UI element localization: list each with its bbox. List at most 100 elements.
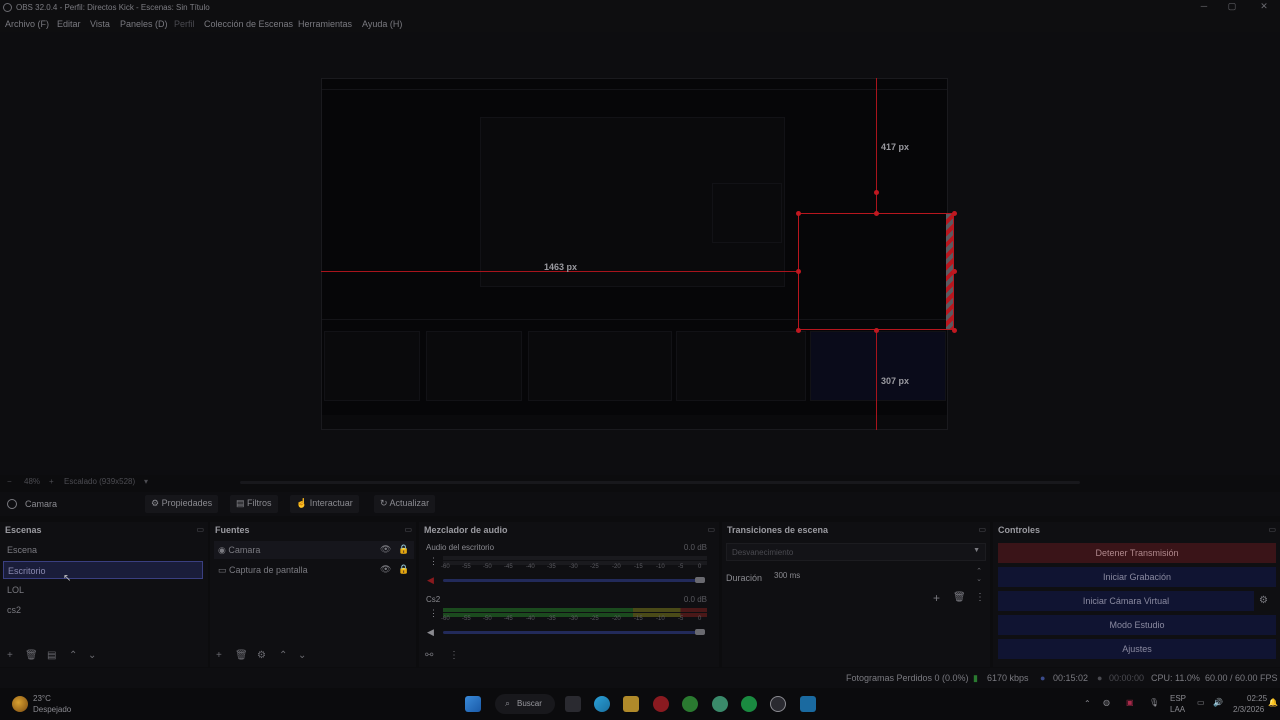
more-options-icon[interactable]: ⋮ <box>429 608 438 619</box>
obs-logo-icon <box>3 3 12 12</box>
speaker-muted-icon[interactable]: ◀ <box>427 575 434 586</box>
source-item[interactable]: ◉ Camara 👁 🔒 <box>214 541 414 559</box>
gear-icon[interactable]: ⚙ <box>257 650 266 661</box>
chevron-down-icon[interactable]: ⌄ <box>88 650 96 661</box>
transition-select[interactable]: Desvanecimiento ▼ <box>726 543 986 561</box>
more-options-icon[interactable]: ⋮ <box>975 592 985 603</box>
edge-icon[interactable] <box>594 696 610 712</box>
more-options-icon[interactable]: ⋮ <box>449 650 459 661</box>
menu-tools[interactable]: Herramientas <box>298 19 352 29</box>
lang-label[interactable]: ESP <box>1170 694 1186 703</box>
task-view-icon[interactable] <box>565 696 581 712</box>
chevron-down-icon[interactable]: ⌄ <box>298 650 306 661</box>
clock-time[interactable]: 02:25 <box>1247 694 1267 703</box>
resize-handle-tr[interactable] <box>952 211 957 216</box>
obs-taskbar-icon[interactable] <box>770 696 786 712</box>
volume-slider[interactable] <box>443 631 699 634</box>
resize-handle-bl[interactable] <box>796 328 801 333</box>
link-icon[interactable]: ⚯ <box>425 650 433 661</box>
spinner-down-icon[interactable]: ⌄ <box>976 575 982 583</box>
filter-icon[interactable]: ▤ <box>47 650 56 661</box>
properties-button[interactable]: ⚙ Propiedades <box>145 495 219 513</box>
gear-icon[interactable]: ⚙ <box>1259 595 1268 606</box>
menu-view[interactable]: Vista <box>90 19 110 29</box>
network-icon[interactable]: ▭ <box>1197 698 1205 707</box>
eye-icon[interactable]: 👁 <box>380 544 391 555</box>
dock-options-icon[interactable]: ▭ <box>707 525 715 534</box>
menu-file[interactable]: Archivo (F) <box>5 19 49 29</box>
eye-icon[interactable]: 👁 <box>380 564 391 575</box>
minimize-icon[interactable]: ─ <box>1194 1 1214 13</box>
start-recording-button[interactable]: Iniciar Grabación <box>998 567 1276 587</box>
chevron-up-icon[interactable]: ⌃ <box>279 650 287 661</box>
notification-icon[interactable]: 🔔 <box>1268 698 1278 707</box>
youtube-icon[interactable] <box>653 696 669 712</box>
close-icon[interactable]: ✕ <box>1254 1 1274 13</box>
dock-options-icon[interactable]: ▭ <box>1268 525 1276 534</box>
spotify-icon[interactable] <box>741 696 757 712</box>
file-explorer-icon[interactable] <box>623 696 639 712</box>
trash-icon[interactable]: 🗑 <box>235 650 248 661</box>
filters-button[interactable]: ▤ Filtros <box>230 495 278 513</box>
zoom-in-icon[interactable]: + <box>49 477 54 486</box>
dock-options-icon[interactable]: ▭ <box>978 525 986 534</box>
duration-input[interactable]: 300 ms ⌃ ⌄ <box>770 567 986 585</box>
maximize-icon[interactable]: ▢ <box>1222 1 1242 13</box>
chevron-down-icon[interactable]: ▾ <box>144 477 148 486</box>
taskbar-search[interactable]: ⌕ Buscar <box>495 694 555 714</box>
volume-knob[interactable] <box>695 629 705 635</box>
scene-item[interactable]: LOL <box>3 581 203 599</box>
lock-icon[interactable]: 🔒 <box>398 564 409 575</box>
resize-handle-tl[interactable] <box>796 211 801 216</box>
steam-tray-icon[interactable]: ◍ <box>1103 698 1110 707</box>
menu-profile[interactable]: Perfil <box>174 19 195 29</box>
lock-icon[interactable]: 🔒 <box>398 544 409 555</box>
xbox-icon[interactable] <box>682 696 698 712</box>
resize-handle-r[interactable] <box>952 269 957 274</box>
app-tray-icon[interactable]: ▣ <box>1126 698 1134 707</box>
menu-edit[interactable]: Editar <box>57 19 81 29</box>
mic-icon[interactable]: 🎙 <box>1149 698 1159 707</box>
volume-icon[interactable]: 🔊 <box>1213 698 1223 707</box>
menu-scene-collection[interactable]: Colección de Escenas <box>204 19 293 29</box>
settings-button[interactable]: Ajustes <box>998 639 1276 659</box>
windows-start-icon[interactable] <box>465 696 481 712</box>
more-options-icon[interactable]: ⋮ <box>429 556 438 567</box>
add-icon[interactable]: + <box>216 650 222 661</box>
stop-stream-button[interactable]: Detener Transmisión <box>998 543 1276 563</box>
add-icon[interactable]: + <box>933 591 940 605</box>
speaker-icon[interactable]: ◀ <box>427 627 434 638</box>
resize-handle-l[interactable] <box>796 269 801 274</box>
scene-item[interactable]: cs2 <box>3 601 203 619</box>
preview-scrollbar[interactable] <box>240 481 1080 484</box>
spinner-up-icon[interactable]: ⌃ <box>976 567 982 575</box>
source-item[interactable]: ▭ Captura de pantalla 👁 🔒 <box>214 561 414 579</box>
scale-mode[interactable]: Escalado (939x528) <box>64 477 135 486</box>
scene-item-selected[interactable]: Escritorio <box>3 561 203 579</box>
volume-knob[interactable] <box>695 577 705 583</box>
tray-chevron-icon[interactable]: ⌃ <box>1084 699 1091 708</box>
trash-icon[interactable]: 🗑 <box>953 592 966 603</box>
dock-options-icon[interactable]: ▭ <box>196 525 204 534</box>
add-icon[interactable]: + <box>7 650 13 661</box>
zoom-out-icon[interactable]: − <box>7 477 12 486</box>
menu-help[interactable]: Ayuda (H) <box>362 19 402 29</box>
menu-docks[interactable]: Paneles (D) <box>120 19 168 29</box>
studio-mode-button[interactable]: Modo Estudio <box>998 615 1276 635</box>
resize-handle-br[interactable] <box>952 328 957 333</box>
resize-handle-b[interactable] <box>874 328 879 333</box>
virtual-camera-button[interactable]: Iniciar Cámara Virtual <box>998 591 1254 611</box>
chrome-icon[interactable] <box>712 696 728 712</box>
trash-icon[interactable]: 🗑 <box>25 650 38 661</box>
chevron-up-icon[interactable]: ⌃ <box>69 650 77 661</box>
camera-source-bounds[interactable] <box>798 213 954 330</box>
resize-handle-t[interactable] <box>874 211 879 216</box>
volume-slider[interactable] <box>443 579 699 582</box>
refresh-button[interactable]: ↻ Actualizar <box>374 495 436 513</box>
clock-date[interactable]: 2/3/2026 <box>1233 705 1264 714</box>
lang-sub-label[interactable]: LAA <box>1170 705 1185 714</box>
app-icon[interactable] <box>800 696 816 712</box>
scene-item[interactable]: Escena <box>3 541 203 559</box>
interact-button[interactable]: ☝ Interactuar <box>290 495 359 513</box>
dock-options-icon[interactable]: ▭ <box>404 525 412 534</box>
